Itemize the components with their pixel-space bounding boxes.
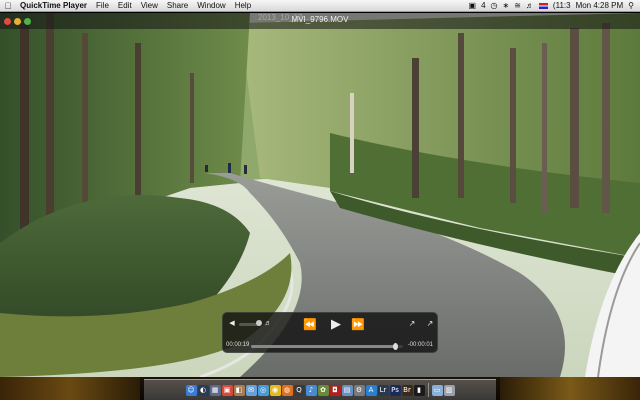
window-titlebar[interactable]: 2013_10_12 ... MVI_9796.MOV (0, 13, 640, 29)
wifi-icon[interactable]: ≊ (514, 0, 521, 12)
apple-icon[interactable]:  (0, 1, 16, 11)
dock-terminal-icon[interactable]: ▮ (413, 384, 425, 396)
dock-lightroom-icon[interactable]: Lr (377, 384, 389, 396)
dock-app-store-icon[interactable]: A (365, 384, 377, 396)
fast-forward-button[interactable]: ⏩ (349, 316, 367, 332)
screen-icon[interactable]: ▣ (469, 0, 477, 12)
volume-min-icon[interactable]: ◀ (227, 318, 237, 328)
menu-share[interactable]: Share (167, 1, 188, 10)
dock: ☺ ◐ ▦ ▣ ◧ ✉ ◎ ◉ ◍ Q ♪ ✿ ◘ ▤ ⚙ A Lr Ps Br ▮ ▭ ▥ (144, 379, 496, 400)
dock-preview-icon[interactable]: ▤ (341, 384, 353, 396)
bluetooth-icon[interactable]: ∗ (503, 0, 510, 12)
scrubber[interactable] (251, 343, 403, 350)
menu-help[interactable]: Help (235, 1, 251, 10)
battery-status[interactable]: (11:3 (553, 0, 571, 12)
window-title: MVI_9796.MOV (291, 15, 349, 24)
fullscreen-icon[interactable]: ↗ (424, 317, 436, 329)
remaining-time: -00:00:01 (407, 342, 433, 348)
wallpaper-right (500, 377, 640, 400)
playback-controller: ◀ ♬ ⏪ ▶ ⏩ ↗ ↗ 00:00:19 -00:00:01 (222, 312, 438, 353)
scrubber-progress (251, 345, 396, 348)
menu-bar:  QuickTime Player File Edit View Share … (0, 0, 640, 12)
dock-separator (427, 383, 429, 397)
clock[interactable]: Mon 4:28 PM (576, 0, 624, 12)
menu-window[interactable]: Window (197, 1, 225, 10)
dock-photoshop-icon[interactable]: Ps (389, 384, 401, 396)
dock-iphoto-icon[interactable]: ✿ (317, 384, 329, 396)
share-icon[interactable]: ↗ (406, 317, 418, 329)
elapsed-time: 00:00:19 (226, 342, 250, 348)
menu-edit[interactable]: Edit (118, 1, 132, 10)
time-machine-icon[interactable]: ◷ (491, 0, 498, 12)
menu-app-name[interactable]: QuickTime Player (20, 1, 87, 10)
dock-calendar-icon[interactable]: ▣ (221, 384, 233, 396)
bluetooth-count[interactable]: 4 (481, 0, 485, 12)
flag-icon[interactable] (538, 2, 548, 9)
play-button[interactable]: ▶ (327, 315, 345, 333)
dock-mission-control-icon[interactable]: ▦ (209, 384, 221, 396)
dock-folder-icon[interactable]: ▭ (431, 384, 443, 396)
dock-photo-booth-icon[interactable]: ◘ (329, 384, 341, 396)
menu-file[interactable]: File (96, 1, 109, 10)
dock-firefox-icon[interactable]: ◍ (281, 384, 293, 396)
menu-view[interactable]: View (141, 1, 158, 10)
dock-itunes-icon[interactable]: ♪ (305, 384, 317, 396)
dock-finder-icon[interactable]: ☺ (185, 384, 197, 396)
scrubber-knob[interactable] (393, 343, 399, 350)
dock-chrome-icon[interactable]: ◉ (269, 384, 281, 396)
dock-trash-icon[interactable]: ▥ (443, 384, 455, 396)
dock-contacts-icon[interactable]: ◧ (233, 384, 245, 396)
rewind-button[interactable]: ⏪ (301, 316, 319, 332)
dock-safari-icon[interactable]: ◎ (257, 384, 269, 396)
status-area: ▣ 4 ◷ ∗ ≊ ♬ (11:3 Mon 4:28 PM ⚲ (469, 0, 640, 12)
dock-mail-icon[interactable]: ✉ (245, 384, 257, 396)
quicktime-window: 2013_10_12 ... MVI_9796.MOV ◀ ♬ ⏪ ▶ ⏩ ↗ … (0, 13, 640, 377)
desktop-bottom: ☺ ◐ ▦ ▣ ◧ ✉ ◎ ◉ ◍ Q ♪ ✿ ◘ ▤ ⚙ A Lr Ps Br ▮ ▭ ▥ (0, 377, 640, 400)
wallpaper-left (0, 377, 140, 400)
volume-max-icon[interactable]: ♬ (262, 318, 274, 328)
dock-quicktime-icon[interactable]: Q (293, 384, 305, 396)
spotlight-icon[interactable]: ⚲ (628, 0, 634, 12)
dock-dashboard-icon[interactable]: ◐ (197, 384, 209, 396)
volume-icon[interactable]: ♬ (526, 0, 534, 12)
dock-bridge-icon[interactable]: Br (401, 384, 413, 396)
dock-system-preferences-icon[interactable]: ⚙ (353, 384, 365, 396)
